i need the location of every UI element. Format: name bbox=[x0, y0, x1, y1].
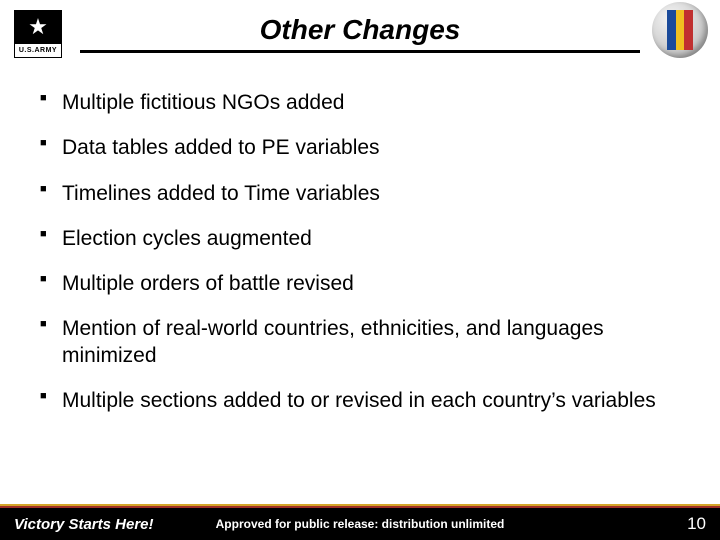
page-number: 10 bbox=[687, 514, 706, 534]
list-item: Data tables added to PE variables bbox=[40, 135, 680, 161]
bullet-list: Multiple fictitious NGOs added Data tabl… bbox=[40, 90, 680, 414]
tradoc-badge bbox=[652, 2, 708, 58]
list-item: Multiple orders of battle revised bbox=[40, 271, 680, 297]
army-label: U.S.ARMY bbox=[14, 44, 62, 58]
list-item: Timelines added to Time variables bbox=[40, 181, 680, 207]
list-item: Mention of real-world countries, ethnici… bbox=[40, 316, 680, 369]
slide-footer: Victory Starts Here! Approved for public… bbox=[0, 504, 720, 540]
slide-header: ★ U.S.ARMY Other Changes bbox=[0, 0, 720, 64]
list-item: Multiple fictitious NGOs added bbox=[40, 90, 680, 116]
list-item: Multiple sections added to or revised in… bbox=[40, 388, 680, 414]
slide-content: Multiple fictitious NGOs added Data tabl… bbox=[40, 90, 680, 470]
badge-stripes bbox=[667, 10, 693, 50]
slide-title: Other Changes bbox=[0, 14, 720, 46]
slide: ★ U.S.ARMY Other Changes Multiple fictit… bbox=[0, 0, 720, 540]
title-underline bbox=[80, 50, 640, 53]
footer-bar: Victory Starts Here! Approved for public… bbox=[0, 508, 720, 540]
footer-release: Approved for public release: distributio… bbox=[0, 517, 720, 531]
list-item: Election cycles augmented bbox=[40, 226, 680, 252]
